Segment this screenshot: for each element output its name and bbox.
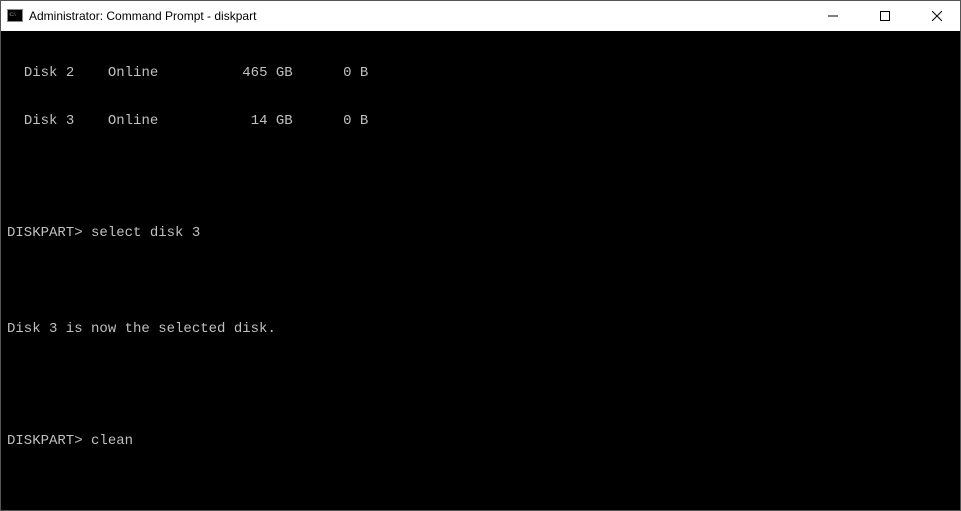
prompt-line: DISKPART> clean — [7, 433, 960, 449]
command-prompt-icon: C:\ — [7, 8, 23, 24]
disk-table-row: Disk 3 Online 14 GB 0 B — [7, 113, 960, 129]
titlebar[interactable]: C:\ Administrator: Command Prompt - disk… — [1, 1, 960, 31]
command-text: select disk 3 — [91, 225, 200, 241]
minimize-button[interactable] — [810, 1, 856, 31]
maximize-button[interactable] — [862, 1, 908, 31]
close-button[interactable] — [914, 1, 960, 31]
command-prompt-window: C:\ Administrator: Command Prompt - disk… — [0, 0, 961, 511]
command-text: clean — [91, 433, 133, 449]
disk-table-row: Disk 2 Online 465 GB 0 B — [7, 65, 960, 81]
output-line: Disk 3 is now the selected disk. — [7, 321, 960, 337]
prompt-line: DISKPART> select disk 3 — [7, 225, 960, 241]
console-output[interactable]: Disk 2 Online 465 GB 0 B Disk 3 Online 1… — [1, 31, 960, 510]
window-title: Administrator: Command Prompt - diskpart — [29, 9, 256, 23]
svg-text:C:\: C:\ — [10, 13, 17, 18]
